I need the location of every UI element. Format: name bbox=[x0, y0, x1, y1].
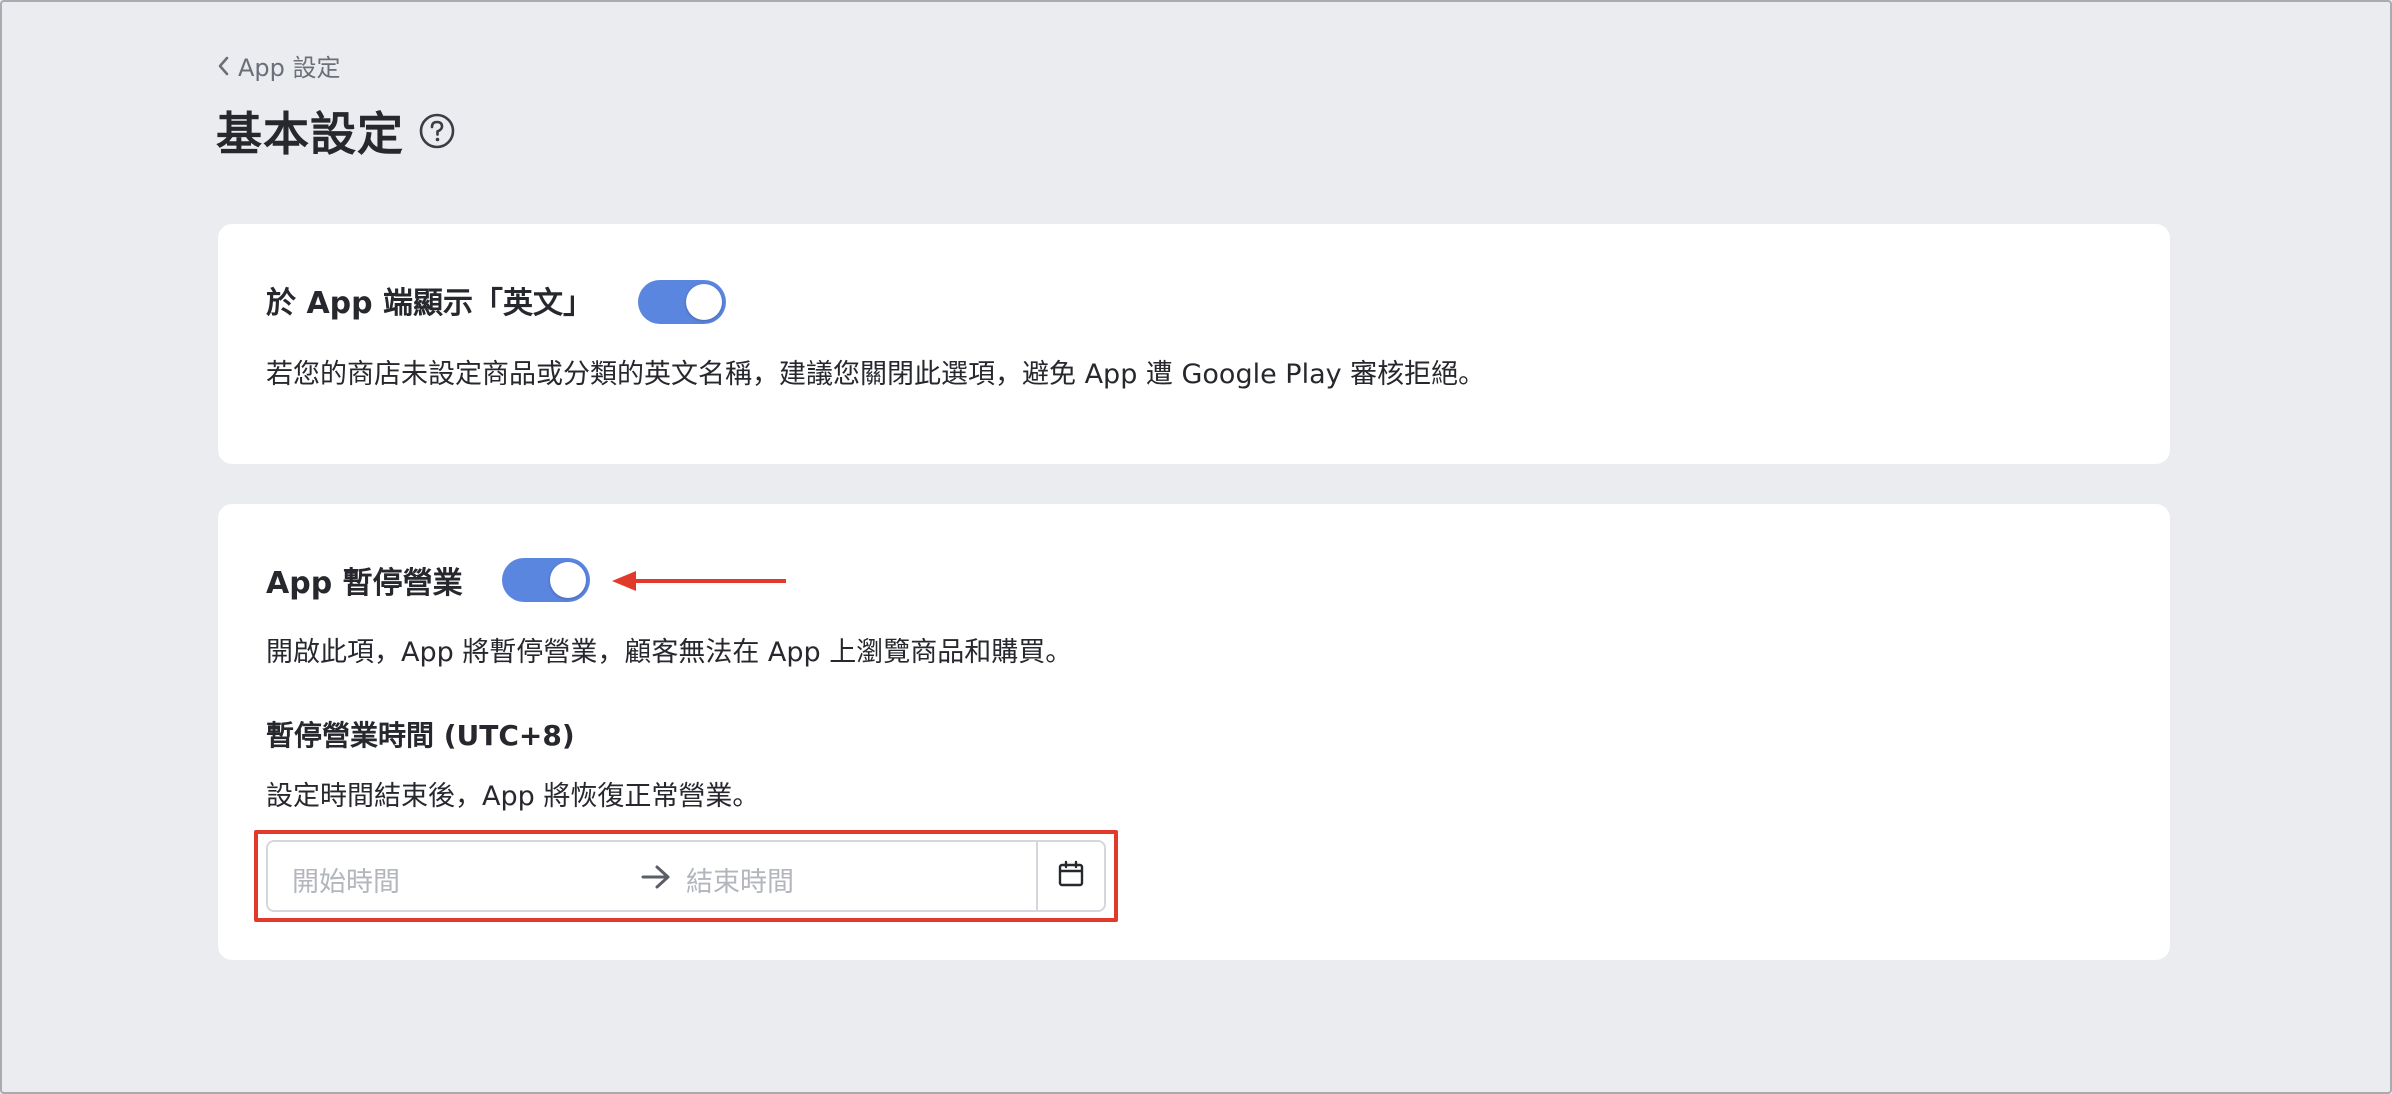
calendar-button[interactable] bbox=[1038, 842, 1104, 910]
page-header: 基本設定 bbox=[216, 98, 456, 164]
english-display-card: 於 App 端顯示「英文」 若您的商店未設定商品或分類的英文名稱，建議您關閉此選… bbox=[218, 224, 2170, 464]
toggle-knob bbox=[686, 284, 722, 320]
pause-business-title: App 暫停營業 bbox=[266, 566, 463, 601]
start-time-input[interactable]: 開始時間 bbox=[292, 860, 400, 899]
pause-business-description: 開啟此項，App 將暫停營業，顧客無法在 App 上瀏覽商品和購買。 bbox=[266, 637, 1073, 668]
page-title: 基本設定 bbox=[216, 107, 404, 161]
app-window: App 設定 基本設定 於 App 端顯示「英文」 若您的商店未設定商品或分類的… bbox=[0, 0, 2392, 1094]
pause-business-toggle[interactable] bbox=[502, 558, 590, 602]
chevron-left-icon bbox=[216, 55, 230, 77]
pause-time-description: 設定時間結束後，App 將恢復正常營業。 bbox=[266, 781, 760, 812]
toggle-knob bbox=[550, 562, 586, 598]
arrow-right-icon bbox=[640, 862, 672, 896]
english-display-description: 若您的商店未設定商品或分類的英文名稱，建議您關閉此選項，避免 App 遭 Goo… bbox=[266, 359, 1486, 390]
calendar-icon bbox=[1057, 860, 1085, 892]
breadcrumb-label: App 設定 bbox=[238, 54, 341, 82]
pause-time-range-picker[interactable]: 開始時間 結束時間 bbox=[266, 840, 1106, 912]
question-circle-icon[interactable] bbox=[418, 112, 456, 150]
pause-time-title: 暫停營業時間 (UTC+8) bbox=[266, 719, 575, 752]
annotation-arrow-icon bbox=[610, 568, 790, 598]
breadcrumb-back-link[interactable]: App 設定 bbox=[216, 48, 341, 83]
english-display-title: 於 App 端顯示「英文」 bbox=[266, 286, 594, 321]
end-time-input[interactable]: 結束時間 bbox=[686, 860, 794, 899]
english-display-toggle[interactable] bbox=[638, 280, 726, 324]
